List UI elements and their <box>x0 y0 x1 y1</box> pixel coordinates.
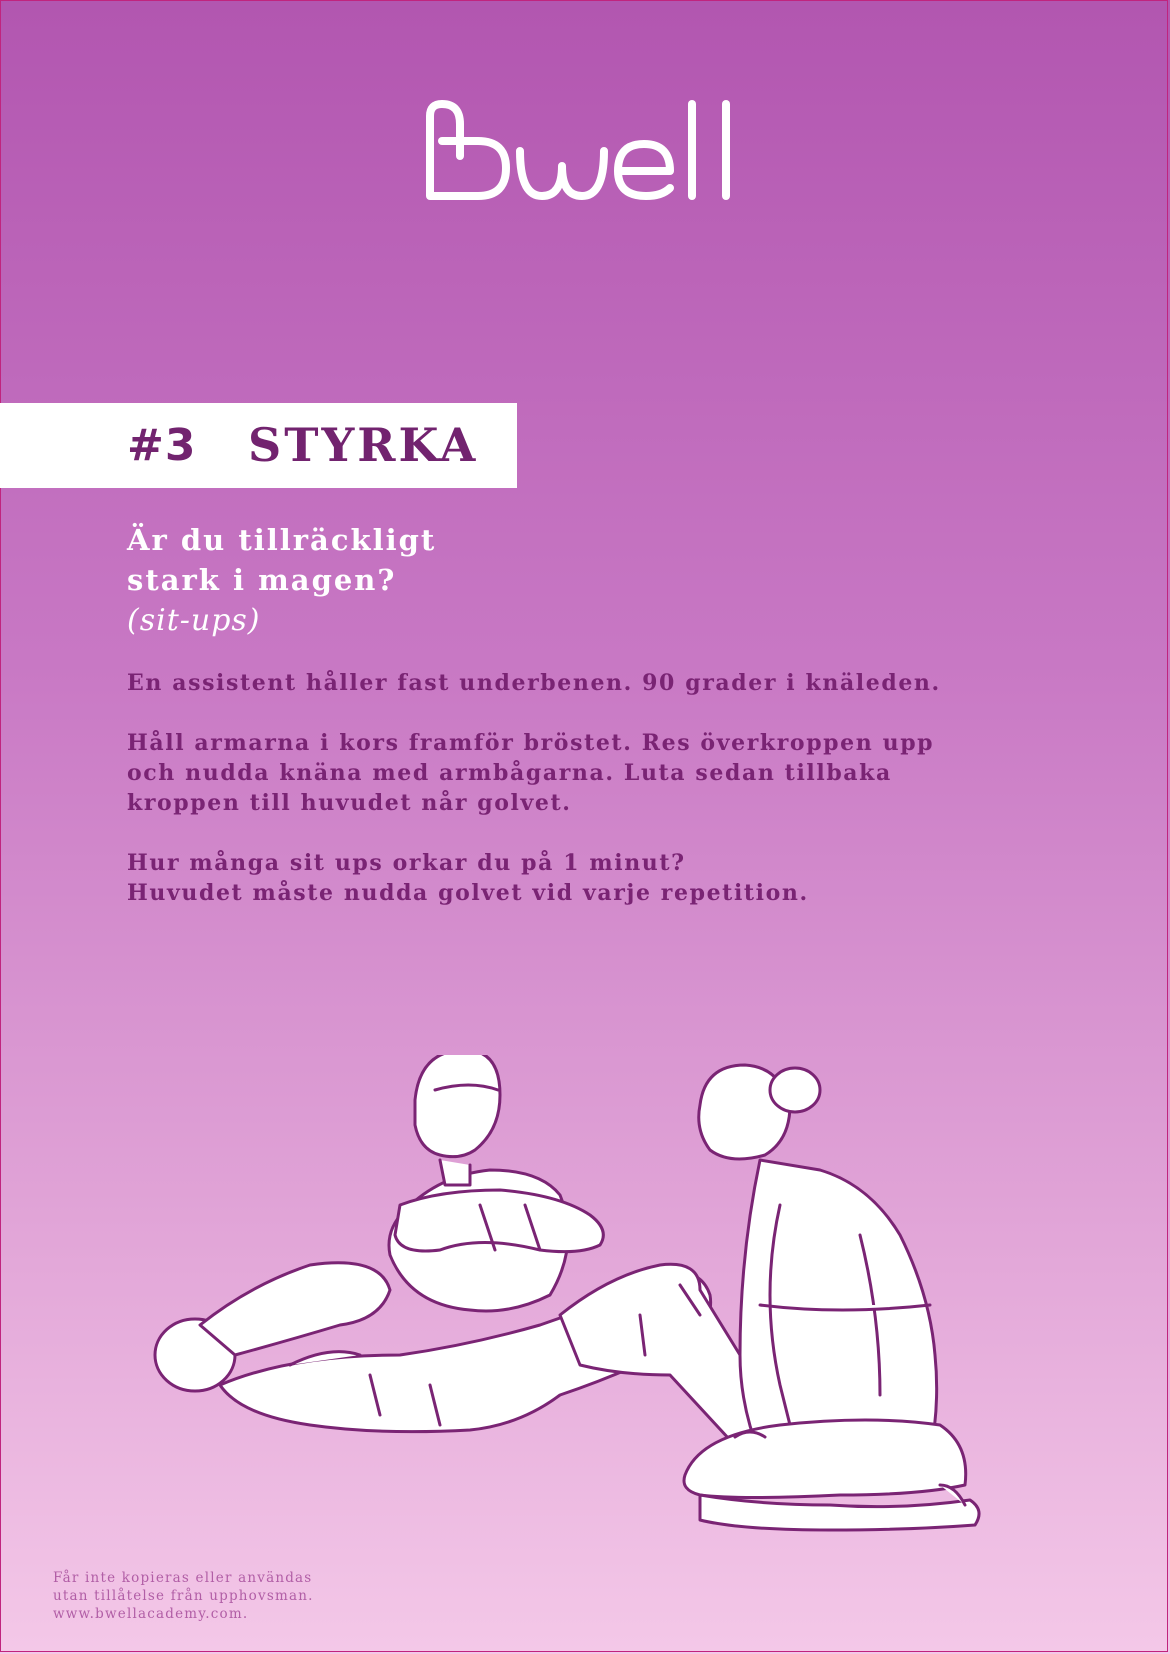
section-title: STYRKA <box>248 418 479 472</box>
question-heading-line-1: Är du tillräckligt <box>127 523 437 557</box>
instruction-paragraph-1: En assistent håller fast underbenen. 90 … <box>127 670 941 696</box>
sit-ups-illustration-icon <box>153 1055 981 1532</box>
copyright-line: utan tillåtelse från upphovsman. <box>53 1588 314 1604</box>
instruction-line: kroppen till huvudet når golvet. <box>127 790 572 816</box>
instruction-line: och nudda knäna med armbågarna. Luta sed… <box>127 760 892 786</box>
instruction-line: Håll armarna i kors framför bröstet. Res… <box>127 730 935 756</box>
copyright-line: Får inte kopieras eller användas <box>53 1570 313 1586</box>
question-heading-line-2: stark i magen? <box>127 563 397 597</box>
section-number: #3 <box>127 420 197 471</box>
bwell-logo-icon <box>426 100 730 200</box>
exercise-subtitle: (sit-ups) <box>127 603 261 638</box>
website-link[interactable]: www.bwellacademy.com. <box>53 1606 248 1622</box>
instruction-line: Huvudet måste nudda golvet vid varje rep… <box>127 880 809 906</box>
instruction-line: Hur många sit ups orkar du på 1 minut? <box>127 850 686 876</box>
